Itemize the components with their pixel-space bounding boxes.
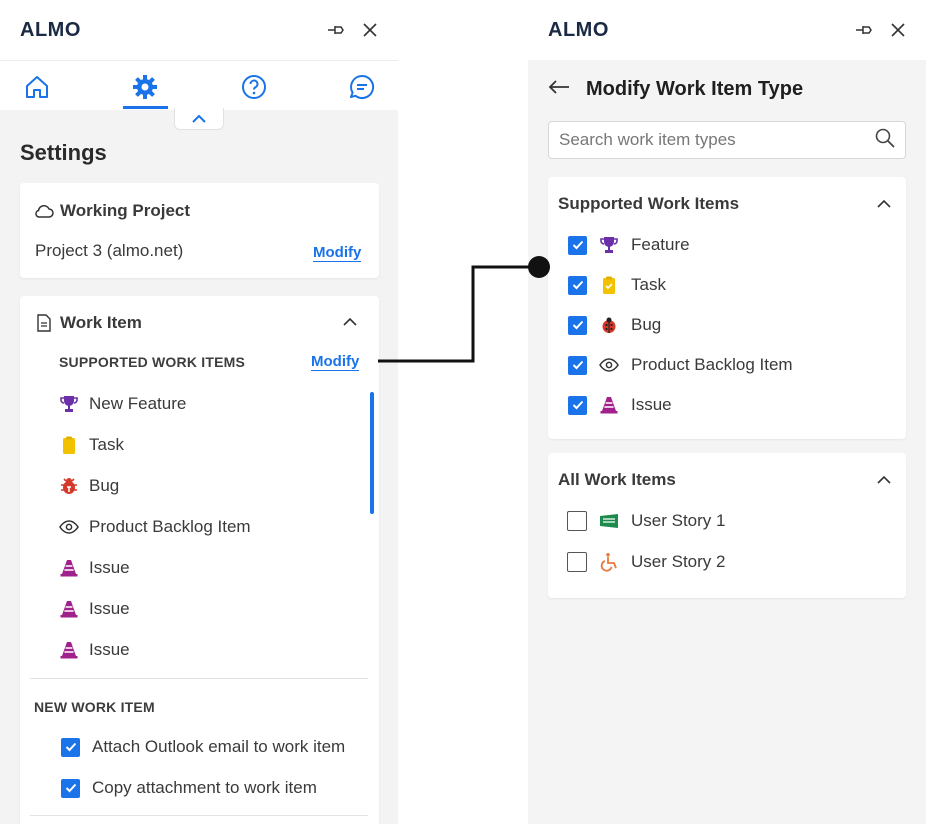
ladybug-icon xyxy=(599,315,619,335)
work-item-option[interactable]: Feature xyxy=(568,235,690,255)
checkbox-checked[interactable] xyxy=(568,315,587,335)
work-item-option[interactable]: User Story 2 xyxy=(567,552,725,572)
checkbox-checked[interactable] xyxy=(61,737,80,757)
work-item-option[interactable]: Issue xyxy=(568,395,672,415)
option-attach-email[interactable]: Attach Outlook email to work item xyxy=(61,737,345,757)
chat-icon[interactable] xyxy=(348,73,376,101)
list-item: Issue xyxy=(59,640,130,660)
search-box xyxy=(548,121,906,159)
gear-icon[interactable] xyxy=(131,73,159,101)
working-project-label: Working Project xyxy=(60,201,191,220)
all-work-items-label: All Work Items xyxy=(558,470,676,489)
title-bar: ALMO xyxy=(528,0,926,60)
work-item-label: Work Item xyxy=(60,313,142,332)
list-item: Issue xyxy=(59,558,130,578)
active-tab-indicator xyxy=(123,106,168,109)
modify-work-item-type-panel: ALMO Modify Work Item Type Supported Wor… xyxy=(528,0,926,824)
list-item-label: Issue xyxy=(89,599,130,618)
work-item-option-label: Product Backlog Item xyxy=(631,355,793,374)
pin-icon[interactable] xyxy=(326,23,346,37)
eye-icon xyxy=(59,517,79,537)
wheelchair-icon xyxy=(599,552,619,572)
eye-icon xyxy=(599,355,619,375)
checkbox-unchecked[interactable] xyxy=(567,552,587,572)
checkbox-checked[interactable] xyxy=(568,395,587,415)
search-input[interactable] xyxy=(559,130,875,150)
option-label: Copy attachment to work item xyxy=(92,778,317,797)
work-item-option[interactable]: Bug xyxy=(568,315,661,335)
work-item-option-label: Feature xyxy=(631,235,690,254)
chevron-up-icon[interactable] xyxy=(342,314,358,332)
work-item-option-label: User Story 1 xyxy=(631,511,726,530)
checkbox-checked[interactable] xyxy=(568,355,587,375)
checkbox-checked[interactable] xyxy=(61,778,80,798)
list-item: Product Backlog Item xyxy=(59,517,251,537)
scrollbar[interactable] xyxy=(370,392,374,514)
work-item-option[interactable]: Task xyxy=(568,275,666,295)
checkbox-unchecked[interactable] xyxy=(567,511,587,531)
cloud-icon xyxy=(34,201,54,221)
option-label: Attach Outlook email to work item xyxy=(92,737,346,756)
search-icon[interactable] xyxy=(875,128,895,153)
work-item-option-label: Bug xyxy=(631,315,662,334)
list-item-label: Issue xyxy=(89,558,130,577)
clipboard-icon xyxy=(59,435,79,455)
settings-panel: ALMO Settings Working Project Project 3 … xyxy=(0,0,398,824)
almo-logo: ALMO xyxy=(548,18,609,41)
modify-project-link[interactable]: Modify xyxy=(313,244,362,262)
cone-icon xyxy=(59,599,79,619)
close-icon[interactable] xyxy=(362,22,378,38)
list-item-label: Issue xyxy=(89,640,130,659)
page-title: Settings xyxy=(20,140,107,165)
supported-work-items-label: Supported Work Items xyxy=(558,194,740,213)
divider xyxy=(30,815,368,816)
chevron-up-icon[interactable] xyxy=(876,472,892,490)
working-project-value: Project 3 (almo.net) xyxy=(35,241,184,260)
bug-icon xyxy=(59,476,79,496)
work-item-option-label: User Story 2 xyxy=(631,552,726,571)
clipboard-icon xyxy=(599,275,619,295)
option-copy-attachment[interactable]: Copy attachment to work item xyxy=(61,778,317,798)
nav-bar xyxy=(0,60,398,110)
document-icon xyxy=(34,313,54,333)
cone-icon xyxy=(59,640,79,660)
chevron-up-icon[interactable] xyxy=(876,196,892,214)
help-icon[interactable] xyxy=(240,73,268,101)
list-item: Task xyxy=(59,435,124,455)
pin-icon[interactable] xyxy=(854,23,874,37)
work-item-option[interactable]: Product Backlog Item xyxy=(568,355,793,375)
cone-icon xyxy=(599,395,619,415)
flag-icon xyxy=(599,511,619,531)
list-item-label: Product Backlog Item xyxy=(89,517,251,536)
divider xyxy=(30,678,368,679)
trophy-icon xyxy=(59,394,79,414)
working-project-card: Working Project Project 3 (almo.net) Mod… xyxy=(20,183,379,278)
checkbox-checked[interactable] xyxy=(568,275,587,295)
list-item-label: Task xyxy=(89,435,124,454)
cone-icon xyxy=(59,558,79,578)
list-item: Bug xyxy=(59,476,119,496)
page-title: Modify Work Item Type xyxy=(586,78,804,100)
checkbox-checked[interactable] xyxy=(568,235,587,255)
modify-work-items-link[interactable]: Modify xyxy=(311,353,360,371)
back-arrow-icon[interactable] xyxy=(548,79,570,100)
work-item-option-label: Issue xyxy=(631,395,672,414)
list-item-label: Bug xyxy=(89,476,120,495)
home-icon[interactable] xyxy=(23,73,51,101)
title-bar: ALMO xyxy=(0,0,398,60)
supported-work-items-header: SUPPORTED WORK ITEMS xyxy=(59,354,246,370)
collapse-nav-button[interactable] xyxy=(174,108,224,130)
close-icon[interactable] xyxy=(890,22,906,38)
new-work-item-header: NEW WORK ITEM xyxy=(34,699,155,715)
list-item: New Feature xyxy=(59,394,186,414)
list-item-label: New Feature xyxy=(89,394,187,413)
list-item: Issue xyxy=(59,599,130,619)
work-item-option-label: Task xyxy=(631,275,666,294)
work-item-option[interactable]: User Story 1 xyxy=(567,511,725,531)
almo-logo: ALMO xyxy=(20,18,81,41)
trophy-icon xyxy=(599,235,619,255)
